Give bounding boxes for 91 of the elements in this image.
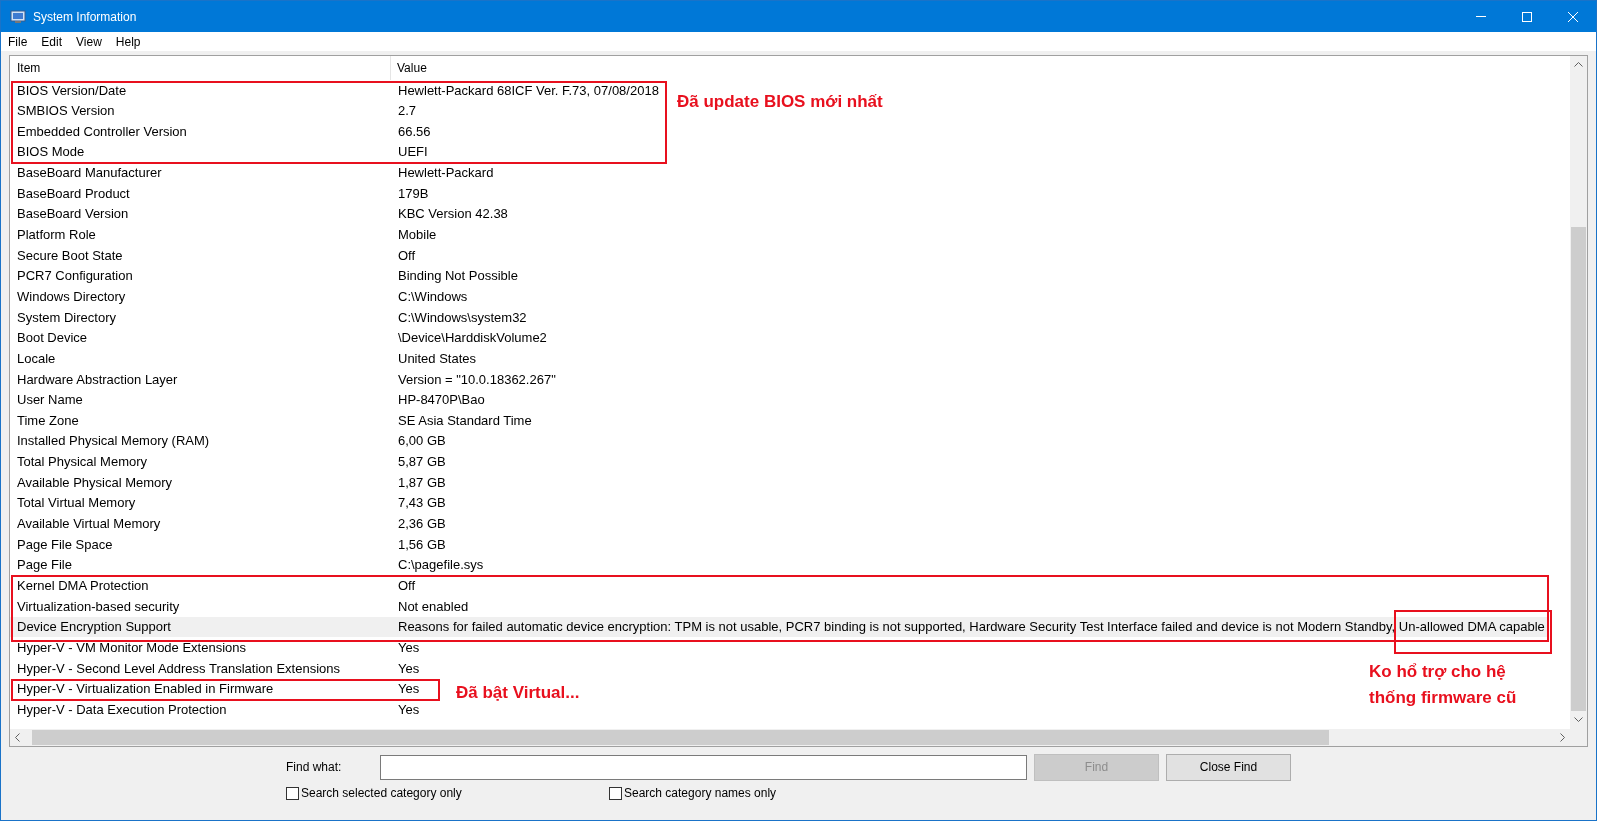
- annotation-note: Ko hổ trợ cho hệ thống firmware cũ: [1369, 661, 1518, 709]
- close-find-button[interactable]: Close Find: [1166, 753, 1291, 781]
- value-cell-text: C:\Windows\system32: [397, 308, 527, 327]
- computer-icon: [10, 8, 26, 25]
- value-cell-text: 5,87 GB: [397, 453, 446, 472]
- window-title: System Information: [33, 8, 137, 26]
- item-cell: Time Zone: [17, 412, 79, 428]
- value-cell-text: 179B: [397, 184, 429, 203]
- item-cell: Kernel DMA Protection: [17, 577, 149, 593]
- find-field[interactable]: [380, 754, 1027, 780]
- scroll-down-icon: [1574, 717, 1583, 722]
- value-cell-text: Hewlett-Packard 68ICF Ver. F.73, 07/08/2018: [397, 81, 659, 100]
- checkbox[interactable]: [286, 786, 299, 800]
- item-cell: BaseBoard Version: [17, 206, 129, 222]
- menu-item[interactable]: Edit: [34, 32, 70, 51]
- maximize-icon: [1522, 11, 1532, 22]
- value-cell-text: KBC Version 42.38: [397, 205, 508, 224]
- scrollbar-thumb[interactable]: [32, 730, 1329, 745]
- item-cell: Installed Physical Memory (RAM): [17, 433, 210, 449]
- horizontal-scrollbar[interactable]: [10, 729, 1587, 746]
- value-cell-text: 7,43 GB: [397, 494, 446, 513]
- item-cell: Hardware Abstraction Layer: [17, 371, 178, 387]
- value-cell-text: United States: [397, 349, 477, 368]
- value-cell-text: 1,56 GB: [397, 535, 446, 554]
- value-cell-text: Yes: [397, 638, 420, 657]
- item-cell: Embedded Controller Version: [17, 123, 187, 139]
- find-label: Find what:: [286, 759, 343, 776]
- item-cell: Boot Device: [17, 330, 88, 346]
- item-cell: Platform Role: [17, 227, 96, 243]
- value-cell-text: 66.56: [397, 122, 431, 141]
- item-cell: Page File Space: [17, 536, 113, 552]
- item-cell: BIOS Mode: [17, 144, 85, 160]
- item-cell: SMBIOS Version: [17, 103, 115, 119]
- value-cell-text: Binding Not Possible: [397, 267, 518, 286]
- item-cell: Hyper-V - Virtualization Enabled in Firmware: [17, 681, 274, 697]
- value-cell-text: SE Asia Standard Time: [397, 411, 532, 430]
- value-cell-text: Version = "10.0.18362.267": [397, 370, 556, 389]
- scrollbar-thumb[interactable]: [1571, 227, 1586, 711]
- minimize-icon: [1476, 16, 1486, 17]
- value-cell-text: Off: [397, 246, 416, 265]
- item-cell: Total Physical Memory: [17, 454, 148, 470]
- menu-item[interactable]: View: [69, 32, 109, 51]
- item-cell: User Name: [17, 392, 83, 408]
- item-cell: PCR7 Configuration: [17, 268, 133, 284]
- item-cell: BIOS Version/Date: [17, 82, 127, 98]
- scroll-up-icon: [1574, 62, 1583, 67]
- item-cell: Available Virtual Memory: [17, 516, 161, 531]
- value-cell-text: Mobile: [397, 226, 437, 245]
- item-cell: Total Virtual Memory: [17, 495, 136, 511]
- item-cell: System Directory: [17, 309, 116, 325]
- value-cell-text: 6,00 GB: [397, 432, 446, 451]
- scroll-right-icon: [1560, 733, 1565, 742]
- column-header[interactable]: Value: [391, 56, 1570, 80]
- menu-item[interactable]: File: [1, 32, 35, 51]
- item-cell: Windows Directory: [17, 288, 126, 304]
- scroll-left-icon: [15, 733, 20, 742]
- item-cell: BaseBoard Manufacturer: [17, 165, 162, 181]
- item-cell: Locale: [17, 350, 56, 366]
- checkbox-label: Search category names only: [624, 785, 777, 802]
- item-cell: Virtualization-based security: [17, 598, 180, 614]
- value-cell-text: 2,36 GB: [397, 515, 446, 533]
- item-cell: Hyper-V - VM Monitor Mode Extensions: [17, 639, 247, 655]
- value-cell-text: 2.7: [397, 102, 417, 121]
- item-cell: Hyper-V - Data Execution Protection: [17, 701, 227, 717]
- value-cell-text: 1,87 GB: [397, 473, 446, 492]
- value-cell-text: Yes: [397, 680, 420, 699]
- value-cell-text: Yes: [397, 700, 420, 719]
- vertical-scrollbar[interactable]: [1570, 56, 1587, 729]
- close-icon: [1568, 11, 1578, 22]
- item-cell: BaseBoard Product: [17, 185, 130, 201]
- value-cell-text: Hewlett-Packard: [397, 164, 494, 183]
- annotation-note: Đã update BIOS mới nhất: [677, 91, 883, 113]
- checkbox-label: Search selected category only: [301, 785, 462, 802]
- value-cell-text: Not enabled: [397, 597, 469, 616]
- value-cell-text: Off: [397, 576, 416, 595]
- value-cell-text: Reasons for failed automatic device encryption: TPM is not usable, PCR7 binding is not supported, Hardware Security Test Interface failed and device is not Modern Standby, Un-allowed DMA capable: [397, 618, 1545, 637]
- value-cell-text: C:\pagefile.sys: [397, 556, 484, 575]
- item-cell: Page File: [17, 557, 72, 573]
- value-cell-text: HP-8470P\Bao: [397, 391, 485, 410]
- value-cell-text: UEFI: [397, 143, 428, 162]
- table-row[interactable]: [10, 616, 1547, 638]
- item-cell: Available Physical Memory: [17, 474, 173, 490]
- checkbox[interactable]: [609, 786, 622, 800]
- annotation-note: Đã bật Virtual...: [456, 682, 580, 704]
- item-cell: Device Encryption Support: [17, 619, 171, 635]
- value-cell-text: \Device\HarddiskVolume2: [397, 329, 547, 348]
- item-cell: Hyper-V - Second Level Address Translation Extensions: [17, 660, 340, 676]
- value-cell-text: C:\Windows: [397, 287, 468, 306]
- value-cell-text: Yes: [397, 659, 420, 678]
- item-cell: Secure Boot State: [17, 247, 123, 263]
- menu-item[interactable]: Help: [108, 32, 148, 51]
